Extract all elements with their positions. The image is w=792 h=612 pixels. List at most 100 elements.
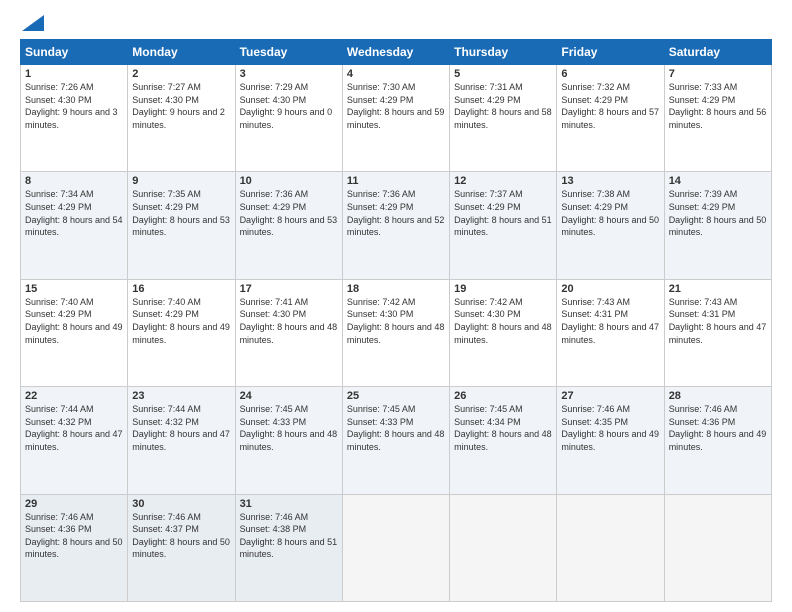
logo-icon <box>22 15 44 31</box>
calendar-cell: 20 Sunrise: 7:43 AMSunset: 4:31 PMDayligh… <box>557 279 664 386</box>
day-number: 13 <box>561 175 659 187</box>
day-number: 4 <box>347 68 445 80</box>
cell-content: Sunrise: 7:45 AMSunset: 4:33 PMDaylight:… <box>240 404 338 452</box>
day-number: 24 <box>240 390 338 402</box>
day-number: 7 <box>669 68 767 80</box>
cell-content: Sunrise: 7:46 AMSunset: 4:36 PMDaylight:… <box>25 512 123 560</box>
weekday-header-friday: Friday <box>557 40 664 65</box>
cell-content: Sunrise: 7:42 AMSunset: 4:30 PMDaylight:… <box>347 297 445 345</box>
calendar-cell: 19 Sunrise: 7:42 AMSunset: 4:30 PMDayligh… <box>450 279 557 386</box>
day-number: 10 <box>240 175 338 187</box>
calendar-cell: 16 Sunrise: 7:40 AMSunset: 4:29 PMDayligh… <box>128 279 235 386</box>
day-number: 17 <box>240 283 338 295</box>
cell-content: Sunrise: 7:40 AMSunset: 4:29 PMDaylight:… <box>25 297 123 345</box>
cell-content: Sunrise: 7:30 AMSunset: 4:29 PMDaylight:… <box>347 82 445 130</box>
cell-content: Sunrise: 7:41 AMSunset: 4:30 PMDaylight:… <box>240 297 338 345</box>
day-number: 19 <box>454 283 552 295</box>
cell-content: Sunrise: 7:45 AMSunset: 4:34 PMDaylight:… <box>454 404 552 452</box>
calendar-cell: 29 Sunrise: 7:46 AMSunset: 4:36 PMDayligh… <box>21 494 128 601</box>
cell-content: Sunrise: 7:36 AMSunset: 4:29 PMDaylight:… <box>240 189 338 237</box>
cell-content: Sunrise: 7:40 AMSunset: 4:29 PMDaylight:… <box>132 297 230 345</box>
day-number: 25 <box>347 390 445 402</box>
cell-content: Sunrise: 7:35 AMSunset: 4:29 PMDaylight:… <box>132 189 230 237</box>
weekday-header-wednesday: Wednesday <box>342 40 449 65</box>
cell-content: Sunrise: 7:37 AMSunset: 4:29 PMDaylight:… <box>454 189 552 237</box>
calendar-cell: 6 Sunrise: 7:32 AMSunset: 4:29 PMDaylight… <box>557 65 664 172</box>
cell-content: Sunrise: 7:39 AMSunset: 4:29 PMDaylight:… <box>669 189 767 237</box>
day-number: 8 <box>25 175 123 187</box>
day-number: 11 <box>347 175 445 187</box>
calendar-cell: 9 Sunrise: 7:35 AMSunset: 4:29 PMDaylight… <box>128 172 235 279</box>
calendar-cell: 13 Sunrise: 7:38 AMSunset: 4:29 PMDayligh… <box>557 172 664 279</box>
day-number: 18 <box>347 283 445 295</box>
day-number: 15 <box>25 283 123 295</box>
calendar-cell: 23Sunrise: 7:44 AMSunset: 4:32 PMDayligh… <box>128 387 235 494</box>
day-number: 5 <box>454 68 552 80</box>
calendar-cell: 11 Sunrise: 7:36 AMSunset: 4:29 PMDayligh… <box>342 172 449 279</box>
cell-content: Sunrise: 7:38 AMSunset: 4:29 PMDaylight:… <box>561 189 659 237</box>
day-number: 6 <box>561 68 659 80</box>
cell-content: Sunrise: 7:26 AMSunset: 4:30 PMDaylight:… <box>25 82 118 130</box>
day-number: 9 <box>132 175 230 187</box>
calendar-table: SundayMondayTuesdayWednesdayThursdayFrid… <box>20 39 772 602</box>
calendar-week-row: 29 Sunrise: 7:46 AMSunset: 4:36 PMDayligh… <box>21 494 772 601</box>
calendar-cell: 7 Sunrise: 7:33 AMSunset: 4:29 PMDaylight… <box>664 65 771 172</box>
day-number: 20 <box>561 283 659 295</box>
weekday-header-thursday: Thursday <box>450 40 557 65</box>
cell-content: Sunrise: 7:46 AMSunset: 4:37 PMDaylight:… <box>132 512 230 560</box>
day-number: 22 <box>25 390 123 402</box>
cell-content: Sunrise: 7:46 AMSunset: 4:35 PMDaylight:… <box>561 404 659 452</box>
calendar-cell: 4 Sunrise: 7:30 AMSunset: 4:29 PMDaylight… <box>342 65 449 172</box>
calendar-week-row: 1 Sunrise: 7:26 AMSunset: 4:30 PMDaylight… <box>21 65 772 172</box>
day-number: 14 <box>669 175 767 187</box>
calendar-cell: 8 Sunrise: 7:34 AMSunset: 4:29 PMDaylight… <box>21 172 128 279</box>
cell-content: Sunrise: 7:45 AMSunset: 4:33 PMDaylight:… <box>347 404 445 452</box>
calendar-header-row: SundayMondayTuesdayWednesdayThursdayFrid… <box>21 40 772 65</box>
calendar-cell: 10 Sunrise: 7:36 AMSunset: 4:29 PMDayligh… <box>235 172 342 279</box>
day-number: 12 <box>454 175 552 187</box>
calendar-cell: 12 Sunrise: 7:37 AMSunset: 4:29 PMDayligh… <box>450 172 557 279</box>
day-number: 16 <box>132 283 230 295</box>
cell-content: Sunrise: 7:34 AMSunset: 4:29 PMDaylight:… <box>25 189 123 237</box>
calendar-cell: 17 Sunrise: 7:41 AMSunset: 4:30 PMDayligh… <box>235 279 342 386</box>
cell-content: Sunrise: 7:33 AMSunset: 4:29 PMDaylight:… <box>669 82 767 130</box>
calendar-cell: 28 Sunrise: 7:46 AMSunset: 4:36 PMDayligh… <box>664 387 771 494</box>
cell-content: Sunrise: 7:44 AMSunset: 4:32 PMDaylight:… <box>25 404 123 452</box>
calendar-cell: 26 Sunrise: 7:45 AMSunset: 4:34 PMDayligh… <box>450 387 557 494</box>
day-number: 26 <box>454 390 552 402</box>
calendar-cell: 25 Sunrise: 7:45 AMSunset: 4:33 PMDayligh… <box>342 387 449 494</box>
day-number: 3 <box>240 68 338 80</box>
weekday-header-monday: Monday <box>128 40 235 65</box>
header <box>20 15 772 31</box>
calendar-week-row: 8 Sunrise: 7:34 AMSunset: 4:29 PMDaylight… <box>21 172 772 279</box>
day-number: 23 <box>132 390 230 402</box>
day-number: 1 <box>25 68 123 80</box>
cell-content: Sunrise: 7:46 AMSunset: 4:36 PMDaylight:… <box>669 404 767 452</box>
day-number: 27 <box>561 390 659 402</box>
weekday-header-sunday: Sunday <box>21 40 128 65</box>
page: SundayMondayTuesdayWednesdayThursdayFrid… <box>0 0 792 612</box>
calendar-cell <box>450 494 557 601</box>
calendar-cell: 31Sunrise: 7:46 AMSunset: 4:38 PMDayligh… <box>235 494 342 601</box>
cell-content: Sunrise: 7:36 AMSunset: 4:29 PMDaylight:… <box>347 189 445 237</box>
calendar-cell: 3Sunrise: 7:29 AMSunset: 4:30 PMDaylight… <box>235 65 342 172</box>
cell-content: Sunrise: 7:43 AMSunset: 4:31 PMDaylight:… <box>561 297 659 345</box>
cell-content: Sunrise: 7:43 AMSunset: 4:31 PMDaylight:… <box>669 297 767 345</box>
calendar-week-row: 22 Sunrise: 7:44 AMSunset: 4:32 PMDayligh… <box>21 387 772 494</box>
cell-content: Sunrise: 7:32 AMSunset: 4:29 PMDaylight:… <box>561 82 659 130</box>
cell-content: Sunrise: 7:27 AMSunset: 4:30 PMDaylight:… <box>132 82 225 130</box>
day-number: 29 <box>25 498 123 510</box>
day-number: 31 <box>240 498 338 510</box>
cell-content: Sunrise: 7:42 AMSunset: 4:30 PMDaylight:… <box>454 297 552 345</box>
calendar-cell: 15 Sunrise: 7:40 AMSunset: 4:29 PMDayligh… <box>21 279 128 386</box>
day-number: 28 <box>669 390 767 402</box>
calendar-cell: 1 Sunrise: 7:26 AMSunset: 4:30 PMDaylight… <box>21 65 128 172</box>
calendar-cell: 5Sunrise: 7:31 AMSunset: 4:29 PMDaylight… <box>450 65 557 172</box>
logo <box>20 15 44 31</box>
calendar-cell: 30Sunrise: 7:46 AMSunset: 4:37 PMDayligh… <box>128 494 235 601</box>
weekday-header-saturday: Saturday <box>664 40 771 65</box>
calendar-cell <box>664 494 771 601</box>
calendar-cell: 27 Sunrise: 7:46 AMSunset: 4:35 PMDayligh… <box>557 387 664 494</box>
day-number: 21 <box>669 283 767 295</box>
weekday-header-tuesday: Tuesday <box>235 40 342 65</box>
